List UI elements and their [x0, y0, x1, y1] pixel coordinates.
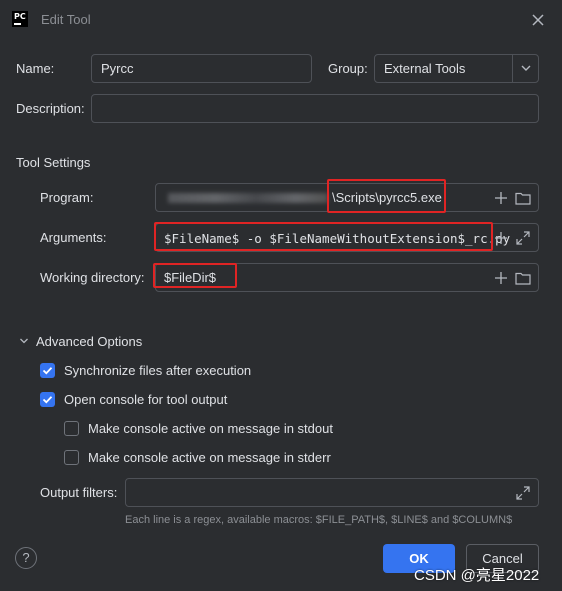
description-input[interactable]	[91, 94, 539, 123]
expand-icon[interactable]	[514, 484, 532, 502]
watermark: CSDN @亮星2022	[414, 567, 540, 584]
tool-settings-title: Tool Settings	[16, 155, 91, 170]
close-icon[interactable]	[529, 11, 547, 29]
chevron-down-icon[interactable]	[519, 63, 533, 73]
add-macro-icon[interactable]	[492, 269, 510, 287]
working-directory-label: Working directory:	[40, 270, 145, 285]
sync-files-label: Synchronize files after execution	[64, 363, 252, 378]
sync-files-checkbox[interactable]	[40, 363, 55, 378]
output-filters-hint: Each line is a regex, available macros: …	[125, 514, 513, 526]
folder-icon[interactable]	[514, 269, 532, 287]
chevron-down-icon[interactable]	[19, 336, 29, 346]
group-select[interactable]: External Tools	[374, 54, 539, 83]
highlight-program	[327, 179, 446, 213]
advanced-options-title[interactable]: Advanced Options	[36, 334, 142, 349]
name-label: Name:	[16, 61, 55, 76]
redacted-path	[168, 193, 328, 203]
title-bar: PC Edit Tool	[0, 0, 562, 40]
output-filters-label: Output filters:	[40, 485, 118, 500]
description-label: Description:	[16, 101, 85, 116]
output-filters-input[interactable]	[125, 478, 539, 507]
console-active-stderr-label: Make console active on message in stderr	[88, 450, 331, 465]
group-label: Group:	[328, 61, 368, 76]
folder-icon[interactable]	[514, 189, 532, 207]
highlight-arguments	[154, 222, 493, 251]
console-active-stdout-checkbox[interactable]	[64, 421, 79, 436]
pycharm-logo-icon: PC	[12, 11, 28, 27]
open-console-label: Open console for tool output	[64, 392, 228, 407]
checkmark-icon	[42, 367, 53, 375]
console-active-stderr-checkbox[interactable]	[64, 450, 79, 465]
arguments-label: Arguments:	[40, 230, 107, 245]
help-button[interactable]: ?	[15, 547, 37, 569]
checkmark-icon	[42, 396, 53, 404]
expand-icon[interactable]	[514, 229, 532, 247]
highlight-working-directory	[153, 263, 237, 288]
program-label: Program:	[40, 190, 94, 205]
window-title: Edit Tool	[41, 12, 91, 27]
add-macro-icon[interactable]	[492, 189, 510, 207]
group-select-value: External Tools	[384, 61, 466, 76]
logo-text: PC	[14, 12, 26, 21]
open-console-checkbox[interactable]	[40, 392, 55, 407]
name-input[interactable]: Pyrcc	[91, 54, 312, 83]
add-macro-icon[interactable]	[492, 229, 510, 247]
console-active-stdout-label: Make console active on message in stdout	[88, 421, 333, 436]
